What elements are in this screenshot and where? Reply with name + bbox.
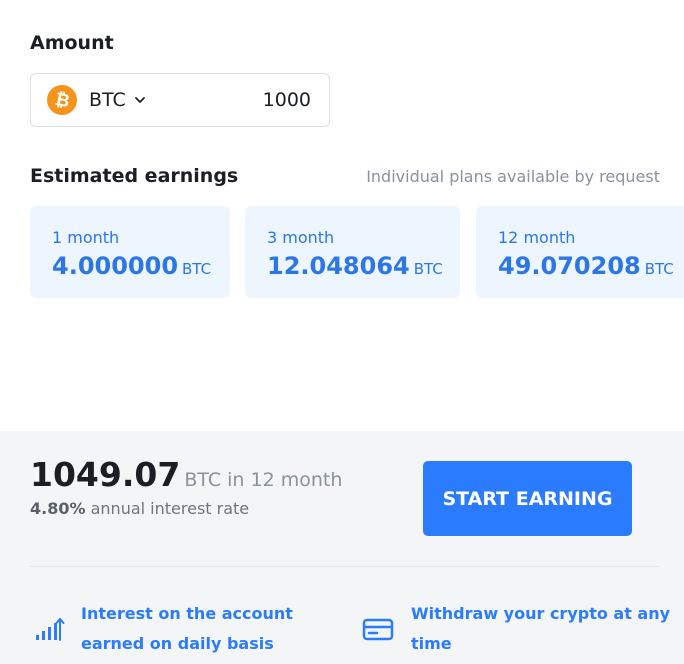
amount-field: ₿ BTC <box>30 73 330 127</box>
feature-line: time <box>411 634 452 653</box>
credit-card-icon <box>362 618 394 641</box>
earnings-calculator: Amount ₿ BTC Estimated earnings Individu… <box>0 0 684 431</box>
card-unit: BTC <box>413 260 443 278</box>
interest-rate: 4.80% annual interest rate <box>30 499 249 518</box>
feature-line: Withdraw your crypto at any <box>411 604 671 623</box>
total-suffix: BTC in 12 month <box>184 469 343 491</box>
feature-text: Withdraw your crypto at any time <box>411 599 681 659</box>
divider <box>30 566 660 567</box>
estimate-card-1-month: 1 month 4.000000 BTC <box>30 206 230 298</box>
total-earnings: 1049.07 BTC in 12 month <box>30 455 342 494</box>
card-period: 3 month <box>267 228 335 247</box>
estimated-earnings-heading: Estimated earnings <box>30 165 239 187</box>
rate-suffix: annual interest rate <box>90 499 250 518</box>
rate-value: 4.80% <box>30 499 86 518</box>
individual-plans-note: Individual plans available by request <box>366 167 660 186</box>
currency-dropdown[interactable]: BTC <box>89 88 147 112</box>
feature-line: Interest on the account <box>81 604 293 623</box>
card-unit: BTC <box>182 260 212 278</box>
card-period: 12 month <box>498 228 576 247</box>
feature-text: Interest on the account earned on daily … <box>81 599 321 659</box>
chevron-down-icon <box>134 97 145 103</box>
card-period: 1 month <box>52 228 120 247</box>
estimate-card-12-month: 12 month 49.070208 BTC <box>476 206 684 298</box>
start-earning-button[interactable]: START EARNING <box>423 461 632 536</box>
feature-line: earned on daily basis <box>81 634 274 653</box>
amount-label: Amount <box>30 32 114 54</box>
summary-panel: 1049.07 BTC in 12 month 4.80% annual inte… <box>0 431 684 664</box>
bar-chart-up-icon <box>36 618 65 641</box>
currency-selected: BTC <box>89 89 126 111</box>
total-amount: 1049.07 <box>30 455 181 494</box>
card-value: 49.070208 <box>498 252 641 280</box>
card-value: 4.000000 <box>52 252 179 280</box>
amount-input[interactable] <box>191 86 311 114</box>
card-unit: BTC <box>644 260 674 278</box>
estimate-card-3-month: 3 month 12.048064 BTC <box>245 206 460 298</box>
card-value: 12.048064 <box>267 252 410 280</box>
bitcoin-icon: ₿ <box>47 85 77 115</box>
